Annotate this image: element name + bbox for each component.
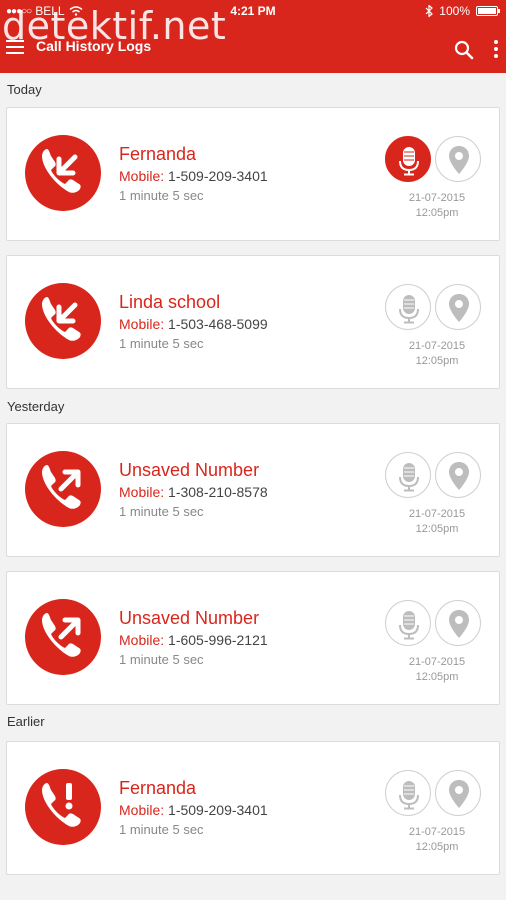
microphone-icon[interactable] (385, 600, 431, 646)
location-pin-icon[interactable] (435, 284, 481, 330)
section-header-yesterday: Yesterday (7, 399, 65, 414)
microphone-icon[interactable] (385, 770, 431, 816)
more-vert-icon[interactable] (492, 40, 500, 60)
phone-number-value: 1-308-210-8578 (168, 484, 268, 500)
call-duration: 1 minute 5 sec (119, 188, 204, 203)
phone-number: Mobile: 1-503-468-5099 (119, 316, 268, 332)
call-log-card[interactable]: Linda school Mobile: 1-503-468-5099 1 minu… (6, 255, 500, 389)
location-pin-icon[interactable] (435, 136, 481, 182)
phone-number: Mobile: 1-509-209-3401 (119, 168, 268, 184)
phone-type-label: Mobile: (119, 484, 165, 500)
location-pin-icon[interactable] (435, 600, 481, 646)
call-duration: 1 minute 5 sec (119, 336, 204, 351)
call-time: 12:05pm (415, 355, 459, 367)
call-time: 12:05pm (415, 671, 459, 683)
hamburger-menu-icon[interactable] (6, 40, 24, 54)
call-log-card[interactable]: Unsaved Number Mobile: 1-605-996-2121 1 mi… (6, 571, 500, 705)
phone-type-label: Mobile: (119, 316, 165, 332)
location-pin-icon[interactable] (435, 452, 481, 498)
phone-number: Mobile: 1-308-210-8578 (119, 484, 268, 500)
phone-number-value: 1-509-209-3401 (168, 802, 268, 818)
outgoing-call-icon (25, 451, 101, 527)
call-time: 12:05pm (415, 207, 459, 219)
outgoing-call-icon (25, 599, 101, 675)
call-date: 21-07-2015 (408, 340, 466, 352)
status-bar: ●●●○○ BELL 4:21 PM 100% (0, 4, 506, 20)
phone-number-value: 1-509-209-3401 (168, 168, 268, 184)
contact-name: Fernanda (119, 144, 197, 164)
battery-percent: 100% (439, 4, 470, 18)
search-icon[interactable] (454, 40, 474, 60)
app-bar: ●●●○○ BELL 4:21 PM 100% detektif.net Cal… (0, 0, 506, 73)
section-header-earlier: Earlier (7, 714, 45, 729)
call-log-card[interactable]: Fernanda Mobile: 1-509-209-3401 1 minute 5… (6, 741, 500, 875)
location-pin-icon[interactable] (435, 770, 481, 816)
status-right: 100% (425, 4, 500, 18)
phone-type-label: Mobile: (119, 168, 165, 184)
contact-name: Unsaved Number (119, 460, 260, 480)
call-time: 12:05pm (415, 523, 459, 535)
call-duration: 1 minute 5 sec (119, 652, 204, 667)
phone-number-value: 1-503-468-5099 (168, 316, 268, 332)
phone-number: Mobile: 1-509-209-3401 (119, 802, 268, 818)
bluetooth-icon (425, 5, 434, 17)
contact-name: Unsaved Number (119, 608, 260, 628)
microphone-icon[interactable] (385, 136, 431, 182)
incoming-call-icon (25, 283, 101, 359)
page-title: Call History Logs (36, 38, 152, 54)
contact-name: Fernanda (119, 778, 197, 798)
call-date: 21-07-2015 (408, 656, 466, 668)
microphone-icon[interactable] (385, 284, 431, 330)
call-duration: 1 minute 5 sec (119, 822, 204, 837)
contact-name: Linda school (119, 292, 221, 312)
incoming-call-icon (25, 135, 101, 211)
call-log-card[interactable]: Unsaved Number Mobile: 1-308-210-8578 1 mi… (6, 423, 500, 557)
call-date: 21-07-2015 (408, 508, 466, 520)
missed-call-icon (25, 769, 101, 845)
phone-number-value: 1-605-996-2121 (168, 632, 268, 648)
call-date: 21-07-2015 (408, 826, 466, 838)
microphone-icon[interactable] (385, 452, 431, 498)
phone-type-label: Mobile: (119, 802, 165, 818)
section-header-today: Today (7, 82, 42, 97)
call-log-card[interactable]: Fernanda Mobile: 1-509-209-3401 1 minute 5… (6, 107, 500, 241)
call-date: 21-07-2015 (408, 192, 466, 204)
phone-type-label: Mobile: (119, 632, 165, 648)
call-time: 12:05pm (415, 841, 459, 853)
battery-icon (476, 6, 500, 16)
call-duration: 1 minute 5 sec (119, 504, 204, 519)
phone-number: Mobile: 1-605-996-2121 (119, 632, 268, 648)
